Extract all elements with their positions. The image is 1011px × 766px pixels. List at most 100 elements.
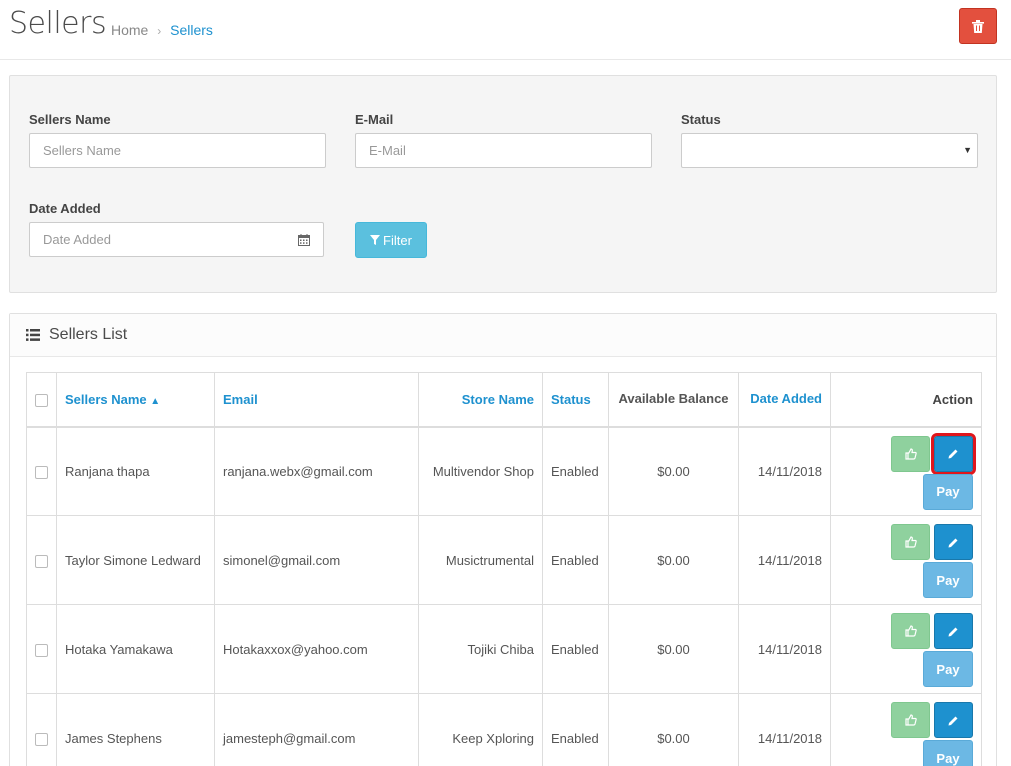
status-select[interactable]: ▼ bbox=[681, 133, 978, 168]
select-all-cell bbox=[26, 372, 57, 427]
pencil-icon bbox=[948, 716, 958, 725]
seller-email: simonel@gmail.com bbox=[214, 515, 419, 605]
date-added-input[interactable] bbox=[29, 222, 285, 257]
page-header: Sellers Home › Sellers bbox=[0, 0, 1011, 60]
email-label: E-Mail bbox=[355, 112, 394, 127]
caret-down-icon: ▼ bbox=[963, 145, 972, 155]
pay-button-label: Pay bbox=[936, 661, 960, 677]
filter-button[interactable]: Filter bbox=[355, 222, 427, 258]
seller-status: Enabled bbox=[542, 604, 609, 694]
thumbs-up-icon bbox=[904, 447, 917, 460]
action-buttons: Pay bbox=[891, 702, 973, 766]
seller-store-name: Keep Xploring bbox=[418, 693, 543, 766]
pay-button[interactable]: Pay bbox=[923, 473, 973, 510]
row-checkbox[interactable] bbox=[35, 465, 48, 479]
edit-button[interactable] bbox=[931, 432, 976, 475]
seller-date-added: 14/11/2018 bbox=[738, 515, 831, 605]
row-select-cell bbox=[26, 604, 57, 694]
date-added-label: Date Added bbox=[29, 201, 101, 216]
pencil-icon bbox=[948, 538, 958, 547]
calendar-button[interactable] bbox=[284, 222, 324, 257]
seller-balance: $0.00 bbox=[608, 426, 739, 516]
row-actions: Pay bbox=[830, 693, 982, 766]
pay-button[interactable]: Pay bbox=[923, 740, 973, 766]
column-date-added-label: Date Added bbox=[750, 391, 822, 407]
breadcrumb-sellers[interactable]: Sellers bbox=[170, 22, 213, 38]
sellers-table: Sellers Name ▲ Email Store Name Status A… bbox=[26, 372, 982, 766]
column-sellers-name-label: Sellers Name bbox=[65, 391, 147, 407]
column-available-balance: Available Balance bbox=[608, 372, 739, 427]
pay-button-label: Pay bbox=[936, 572, 960, 588]
action-buttons: Pay bbox=[891, 432, 976, 511]
edit-button[interactable] bbox=[934, 524, 973, 560]
action-buttons: Pay bbox=[891, 524, 973, 599]
select-all-checkbox[interactable] bbox=[35, 393, 48, 407]
pencil-icon bbox=[948, 627, 958, 636]
seller-balance: $0.00 bbox=[608, 693, 739, 766]
table-row: James Stephens jamesteph@gmail.com Keep Xp… bbox=[26, 693, 982, 766]
sellers-name-input[interactable] bbox=[29, 133, 326, 168]
table-row: Hotaka Yamakawa Hotakaxxox@yahoo.com Tojik… bbox=[26, 604, 982, 694]
row-checkbox[interactable] bbox=[35, 643, 48, 657]
breadcrumb: Home › Sellers bbox=[111, 22, 213, 38]
seller-email: jamesteph@gmail.com bbox=[214, 693, 419, 766]
edit-button[interactable] bbox=[934, 613, 973, 649]
sellers-name-label: Sellers Name bbox=[29, 112, 111, 127]
sellers-list-panel: Sellers List Sellers Name ▲ Email Store … bbox=[9, 313, 997, 766]
filter-icon bbox=[370, 235, 381, 245]
seller-email: ranjana.webx@gmail.com bbox=[214, 426, 419, 516]
seller-name: Ranjana thapa bbox=[56, 426, 215, 516]
status-label: Status bbox=[681, 112, 721, 127]
seller-store-name: Tojiki Chiba bbox=[418, 604, 543, 694]
seller-balance: $0.00 bbox=[608, 515, 739, 605]
seller-date-added: 14/11/2018 bbox=[738, 693, 831, 766]
pencil-icon bbox=[948, 449, 958, 459]
seller-name: James Stephens bbox=[56, 693, 215, 766]
seller-date-added: 14/11/2018 bbox=[738, 604, 831, 694]
column-sellers-name[interactable]: Sellers Name ▲ bbox=[56, 372, 215, 427]
pay-button[interactable]: Pay bbox=[923, 651, 973, 687]
breadcrumb-separator: › bbox=[157, 24, 162, 38]
list-icon bbox=[26, 329, 40, 341]
column-date-added[interactable]: Date Added bbox=[738, 372, 831, 427]
column-email[interactable]: Email bbox=[214, 372, 419, 427]
filter-button-label: Filter bbox=[383, 232, 412, 248]
edit-button[interactable] bbox=[934, 702, 973, 738]
row-checkbox[interactable] bbox=[35, 732, 48, 746]
column-action: Action bbox=[830, 372, 982, 427]
seller-store-name: Multivendor Shop bbox=[418, 426, 543, 516]
delete-button[interactable] bbox=[959, 8, 997, 44]
row-checkbox[interactable] bbox=[35, 554, 48, 568]
seller-status: Enabled bbox=[542, 426, 609, 516]
seller-name: Taylor Simone Ledward bbox=[56, 515, 215, 605]
row-select-cell bbox=[26, 693, 57, 766]
approve-button[interactable] bbox=[891, 702, 930, 738]
seller-name: Hotaka Yamakawa bbox=[56, 604, 215, 694]
approve-button[interactable] bbox=[891, 435, 930, 472]
table-row: Ranjana thapa ranjana.webx@gmail.com Multi… bbox=[26, 426, 982, 516]
row-actions: Pay bbox=[830, 515, 982, 605]
list-title: Sellers List bbox=[49, 326, 128, 343]
pay-button-label: Pay bbox=[936, 750, 960, 766]
seller-store-name: Musictrumental bbox=[418, 515, 543, 605]
approve-button[interactable] bbox=[891, 524, 930, 560]
column-status-label: Status bbox=[551, 391, 591, 407]
trash-icon bbox=[972, 19, 984, 33]
seller-email: Hotakaxxox@yahoo.com bbox=[214, 604, 419, 694]
pay-button[interactable]: Pay bbox=[923, 562, 973, 598]
approve-button[interactable] bbox=[891, 613, 930, 649]
thumbs-up-icon bbox=[904, 625, 917, 637]
column-store-name[interactable]: Store Name bbox=[418, 372, 543, 427]
filter-panel: Sellers Name E-Mail Status ▼ Date Added … bbox=[9, 75, 997, 293]
email-input[interactable] bbox=[355, 133, 652, 168]
row-actions: Pay bbox=[830, 604, 982, 694]
column-status[interactable]: Status bbox=[542, 372, 609, 427]
breadcrumb-home[interactable]: Home bbox=[111, 22, 148, 38]
pay-button-label: Pay bbox=[936, 484, 960, 499]
table-header-row: Sellers Name ▲ Email Store Name Status A… bbox=[26, 372, 982, 427]
seller-date-added: 14/11/2018 bbox=[738, 426, 831, 516]
seller-status: Enabled bbox=[542, 693, 609, 766]
column-store-name-label: Store Name bbox=[461, 391, 534, 407]
row-select-cell bbox=[26, 515, 57, 605]
row-actions: Pay bbox=[830, 426, 982, 516]
